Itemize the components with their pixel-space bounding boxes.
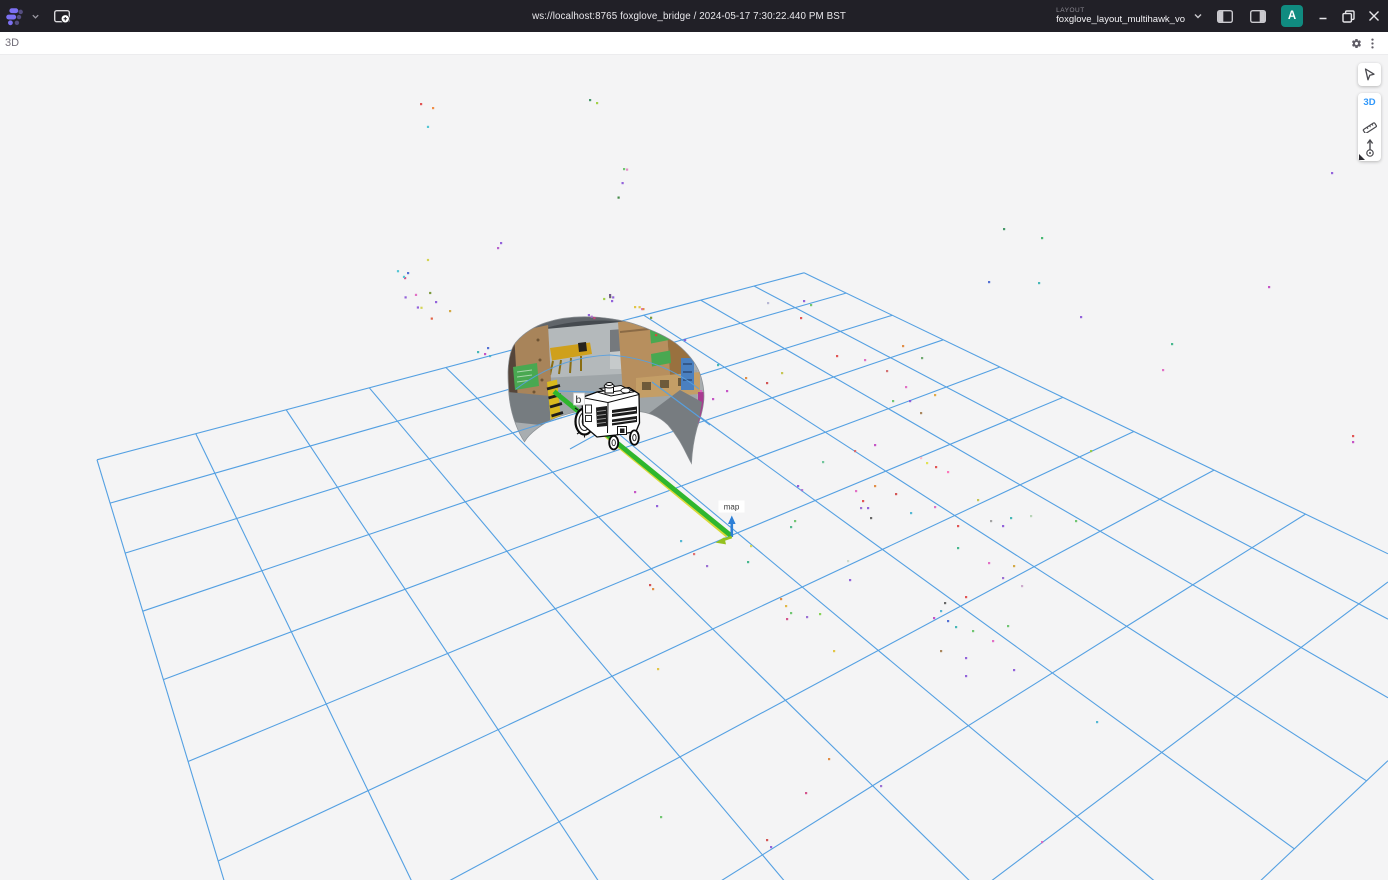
svg-text:map: map xyxy=(724,503,740,512)
svg-text:b: b xyxy=(576,394,582,406)
